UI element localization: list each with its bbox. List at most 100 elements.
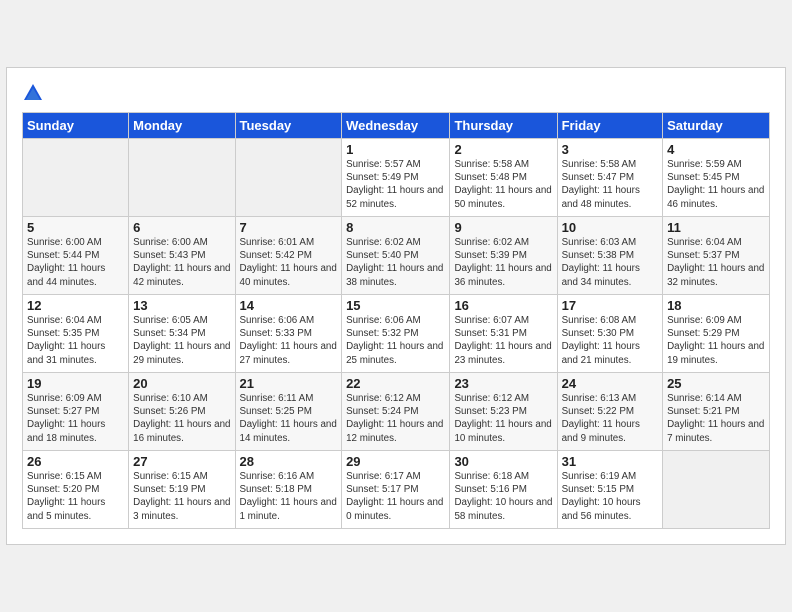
day-number: 13 (133, 298, 230, 313)
day-number: 20 (133, 376, 230, 391)
day-number: 23 (454, 376, 552, 391)
week-row-3: 12Sunrise: 6:04 AM Sunset: 5:35 PM Dayli… (23, 295, 770, 373)
day-cell: 25Sunrise: 6:14 AM Sunset: 5:21 PM Dayli… (663, 373, 770, 451)
day-cell: 11Sunrise: 6:04 AM Sunset: 5:37 PM Dayli… (663, 217, 770, 295)
calendar-body: 1Sunrise: 5:57 AM Sunset: 5:49 PM Daylig… (23, 139, 770, 529)
day-cell: 10Sunrise: 6:03 AM Sunset: 5:38 PM Dayli… (557, 217, 662, 295)
day-cell: 6Sunrise: 6:00 AM Sunset: 5:43 PM Daylig… (129, 217, 235, 295)
day-info: Sunrise: 6:17 AM Sunset: 5:17 PM Dayligh… (346, 470, 445, 523)
day-number: 29 (346, 454, 445, 469)
weekday-header-monday: Monday (129, 113, 235, 139)
day-number: 7 (240, 220, 338, 235)
day-cell: 21Sunrise: 6:11 AM Sunset: 5:25 PM Dayli… (235, 373, 342, 451)
day-info: Sunrise: 5:58 AM Sunset: 5:48 PM Dayligh… (454, 158, 552, 211)
day-cell: 16Sunrise: 6:07 AM Sunset: 5:31 PM Dayli… (450, 295, 557, 373)
day-cell: 4Sunrise: 5:59 AM Sunset: 5:45 PM Daylig… (663, 139, 770, 217)
day-cell: 12Sunrise: 6:04 AM Sunset: 5:35 PM Dayli… (23, 295, 129, 373)
day-info: Sunrise: 6:09 AM Sunset: 5:27 PM Dayligh… (27, 392, 124, 445)
day-number: 12 (27, 298, 124, 313)
day-cell (23, 139, 129, 217)
logo-icon (22, 82, 44, 104)
day-cell: 26Sunrise: 6:15 AM Sunset: 5:20 PM Dayli… (23, 451, 129, 529)
day-cell: 18Sunrise: 6:09 AM Sunset: 5:29 PM Dayli… (663, 295, 770, 373)
day-cell: 20Sunrise: 6:10 AM Sunset: 5:26 PM Dayli… (129, 373, 235, 451)
day-info: Sunrise: 6:15 AM Sunset: 5:20 PM Dayligh… (27, 470, 124, 523)
day-number: 27 (133, 454, 230, 469)
day-info: Sunrise: 5:59 AM Sunset: 5:45 PM Dayligh… (667, 158, 765, 211)
day-number: 2 (454, 142, 552, 157)
day-number: 19 (27, 376, 124, 391)
day-cell: 23Sunrise: 6:12 AM Sunset: 5:23 PM Dayli… (450, 373, 557, 451)
weekday-header-saturday: Saturday (663, 113, 770, 139)
day-cell: 15Sunrise: 6:06 AM Sunset: 5:32 PM Dayli… (342, 295, 450, 373)
day-number: 16 (454, 298, 552, 313)
day-cell: 28Sunrise: 6:16 AM Sunset: 5:18 PM Dayli… (235, 451, 342, 529)
day-info: Sunrise: 6:04 AM Sunset: 5:35 PM Dayligh… (27, 314, 124, 367)
day-number: 31 (562, 454, 658, 469)
day-cell: 9Sunrise: 6:02 AM Sunset: 5:39 PM Daylig… (450, 217, 557, 295)
day-info: Sunrise: 6:02 AM Sunset: 5:40 PM Dayligh… (346, 236, 445, 289)
day-info: Sunrise: 6:15 AM Sunset: 5:19 PM Dayligh… (133, 470, 230, 523)
day-cell: 29Sunrise: 6:17 AM Sunset: 5:17 PM Dayli… (342, 451, 450, 529)
day-info: Sunrise: 6:00 AM Sunset: 5:43 PM Dayligh… (133, 236, 230, 289)
day-cell: 13Sunrise: 6:05 AM Sunset: 5:34 PM Dayli… (129, 295, 235, 373)
day-cell: 30Sunrise: 6:18 AM Sunset: 5:16 PM Dayli… (450, 451, 557, 529)
day-number: 1 (346, 142, 445, 157)
weekday-header-wednesday: Wednesday (342, 113, 450, 139)
week-row-5: 26Sunrise: 6:15 AM Sunset: 5:20 PM Dayli… (23, 451, 770, 529)
day-cell: 8Sunrise: 6:02 AM Sunset: 5:40 PM Daylig… (342, 217, 450, 295)
day-number: 24 (562, 376, 658, 391)
day-cell (235, 139, 342, 217)
day-info: Sunrise: 6:11 AM Sunset: 5:25 PM Dayligh… (240, 392, 338, 445)
day-cell: 1Sunrise: 5:57 AM Sunset: 5:49 PM Daylig… (342, 139, 450, 217)
day-cell: 7Sunrise: 6:01 AM Sunset: 5:42 PM Daylig… (235, 217, 342, 295)
day-number: 6 (133, 220, 230, 235)
day-info: Sunrise: 6:14 AM Sunset: 5:21 PM Dayligh… (667, 392, 765, 445)
day-cell: 19Sunrise: 6:09 AM Sunset: 5:27 PM Dayli… (23, 373, 129, 451)
day-number: 15 (346, 298, 445, 313)
logo (22, 82, 47, 104)
day-info: Sunrise: 6:08 AM Sunset: 5:30 PM Dayligh… (562, 314, 658, 367)
day-info: Sunrise: 6:19 AM Sunset: 5:15 PM Dayligh… (562, 470, 658, 523)
week-row-1: 1Sunrise: 5:57 AM Sunset: 5:49 PM Daylig… (23, 139, 770, 217)
day-number: 25 (667, 376, 765, 391)
day-info: Sunrise: 5:58 AM Sunset: 5:47 PM Dayligh… (562, 158, 658, 211)
day-info: Sunrise: 6:18 AM Sunset: 5:16 PM Dayligh… (454, 470, 552, 523)
day-number: 18 (667, 298, 765, 313)
day-number: 22 (346, 376, 445, 391)
day-number: 5 (27, 220, 124, 235)
weekday-header-friday: Friday (557, 113, 662, 139)
day-info: Sunrise: 6:12 AM Sunset: 5:24 PM Dayligh… (346, 392, 445, 445)
weekday-header-tuesday: Tuesday (235, 113, 342, 139)
day-cell: 27Sunrise: 6:15 AM Sunset: 5:19 PM Dayli… (129, 451, 235, 529)
week-row-4: 19Sunrise: 6:09 AM Sunset: 5:27 PM Dayli… (23, 373, 770, 451)
day-info: Sunrise: 6:16 AM Sunset: 5:18 PM Dayligh… (240, 470, 338, 523)
day-cell: 22Sunrise: 6:12 AM Sunset: 5:24 PM Dayli… (342, 373, 450, 451)
day-number: 14 (240, 298, 338, 313)
day-cell: 14Sunrise: 6:06 AM Sunset: 5:33 PM Dayli… (235, 295, 342, 373)
day-info: Sunrise: 6:06 AM Sunset: 5:32 PM Dayligh… (346, 314, 445, 367)
weekday-row: SundayMondayTuesdayWednesdayThursdayFrid… (23, 113, 770, 139)
day-number: 10 (562, 220, 658, 235)
day-info: Sunrise: 6:10 AM Sunset: 5:26 PM Dayligh… (133, 392, 230, 445)
day-info: Sunrise: 6:01 AM Sunset: 5:42 PM Dayligh… (240, 236, 338, 289)
calendar-table: SundayMondayTuesdayWednesdayThursdayFrid… (22, 112, 770, 529)
day-cell: 24Sunrise: 6:13 AM Sunset: 5:22 PM Dayli… (557, 373, 662, 451)
day-info: Sunrise: 6:07 AM Sunset: 5:31 PM Dayligh… (454, 314, 552, 367)
day-info: Sunrise: 6:13 AM Sunset: 5:22 PM Dayligh… (562, 392, 658, 445)
day-info: Sunrise: 6:02 AM Sunset: 5:39 PM Dayligh… (454, 236, 552, 289)
day-number: 21 (240, 376, 338, 391)
weekday-header-thursday: Thursday (450, 113, 557, 139)
calendar-header: SundayMondayTuesdayWednesdayThursdayFrid… (23, 113, 770, 139)
day-cell: 2Sunrise: 5:58 AM Sunset: 5:48 PM Daylig… (450, 139, 557, 217)
day-info: Sunrise: 6:05 AM Sunset: 5:34 PM Dayligh… (133, 314, 230, 367)
week-row-2: 5Sunrise: 6:00 AM Sunset: 5:44 PM Daylig… (23, 217, 770, 295)
header-area (22, 78, 770, 104)
day-number: 9 (454, 220, 552, 235)
day-info: Sunrise: 6:03 AM Sunset: 5:38 PM Dayligh… (562, 236, 658, 289)
day-number: 3 (562, 142, 658, 157)
day-info: Sunrise: 5:57 AM Sunset: 5:49 PM Dayligh… (346, 158, 445, 211)
day-info: Sunrise: 6:12 AM Sunset: 5:23 PM Dayligh… (454, 392, 552, 445)
day-cell: 17Sunrise: 6:08 AM Sunset: 5:30 PM Dayli… (557, 295, 662, 373)
day-number: 17 (562, 298, 658, 313)
